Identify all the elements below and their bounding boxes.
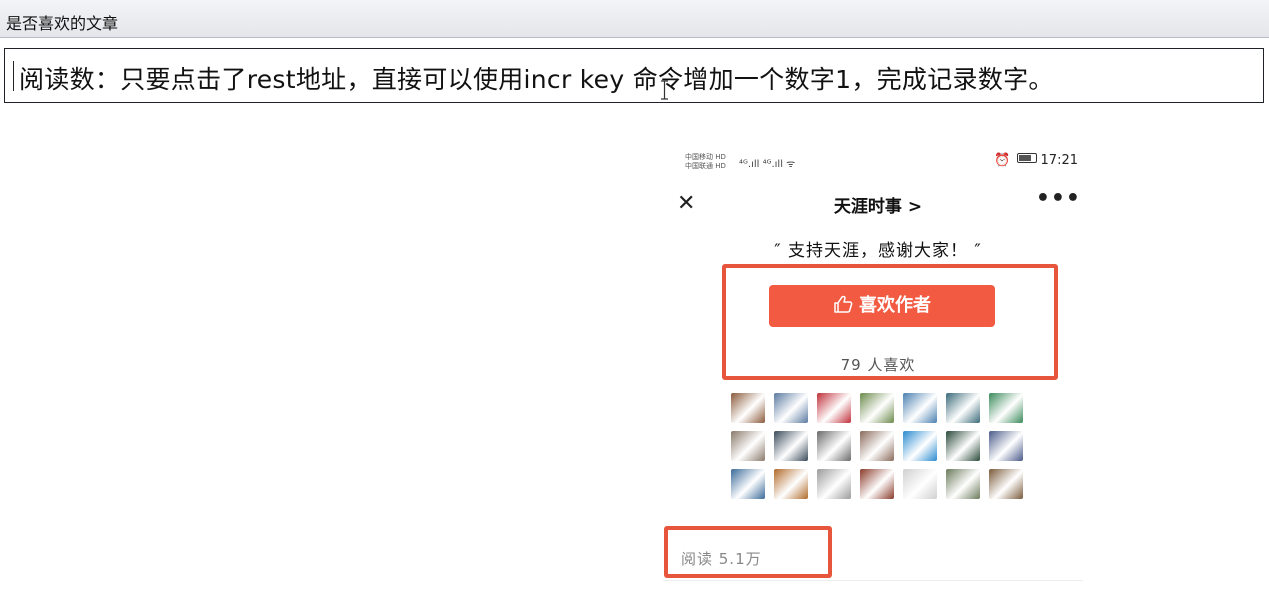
alarm-icon: ⏰: [994, 153, 1011, 168]
status-right: ⏰ 17:21: [994, 153, 1078, 168]
avatar[interactable]: [946, 393, 980, 423]
avatar[interactable]: [774, 469, 808, 499]
avatar[interactable]: [817, 469, 851, 499]
text-caret: [13, 61, 14, 91]
phone-nav-bar: ✕ 天涯时事 > •••: [663, 186, 1093, 220]
avatar[interactable]: [903, 393, 937, 423]
carrier-labels: 中国移动 HD 中国联通 HD: [685, 153, 726, 171]
support-quote: ″ 支持天涯，感谢大家！ ″: [774, 241, 982, 261]
avatar[interactable]: [903, 431, 937, 461]
like-section-highlight: [722, 264, 1058, 380]
carrier-1: 中国移动 HD: [685, 153, 726, 161]
account-title[interactable]: 天涯时事 >: [663, 192, 1093, 217]
avatar[interactable]: [860, 431, 894, 461]
avatar[interactable]: [774, 431, 808, 461]
avatar[interactable]: [946, 431, 980, 461]
battery-icon: [1016, 153, 1037, 163]
avatar[interactable]: [817, 393, 851, 423]
window-title: 是否喜欢的文章: [6, 14, 119, 33]
ibeam-cursor-icon: [661, 80, 668, 100]
avatar[interactable]: [774, 393, 808, 423]
note-text-field[interactable]: 阅读数：只要点击了rest地址，直接可以使用incr key 命令增加一个数字1…: [4, 48, 1264, 103]
avatar[interactable]: [731, 431, 765, 461]
window-title-bar: 是否喜欢的文章: [0, 0, 1269, 38]
carrier-2: 中国联通 HD: [685, 162, 726, 170]
more-icon[interactable]: •••: [1036, 186, 1081, 211]
avatar[interactable]: [989, 393, 1023, 423]
phone-status-bar: 中国移动 HD 中国联通 HD ⁴ᴳ.ıll ⁴ᴳ.ıll ᯤ ⏰ 17:21: [663, 140, 1093, 180]
avatar[interactable]: [860, 393, 894, 423]
liker-avatar-grid: [731, 393, 1033, 499]
status-time: 17:21: [1040, 153, 1078, 168]
avatar[interactable]: [731, 469, 765, 499]
divider: [663, 580, 1083, 581]
read-count-highlight: [664, 526, 832, 578]
avatar[interactable]: [989, 431, 1023, 461]
avatar[interactable]: [946, 469, 980, 499]
avatar[interactable]: [731, 393, 765, 423]
avatar[interactable]: [989, 469, 1023, 499]
avatar[interactable]: [817, 431, 851, 461]
avatar[interactable]: [903, 469, 937, 499]
avatar[interactable]: [860, 469, 894, 499]
signal-icon: ⁴ᴳ.ıll ⁴ᴳ.ıll ᯤ: [739, 159, 796, 170]
note-text: 阅读数：只要点击了rest地址，直接可以使用incr key 命令增加一个数字1…: [19, 65, 1054, 94]
